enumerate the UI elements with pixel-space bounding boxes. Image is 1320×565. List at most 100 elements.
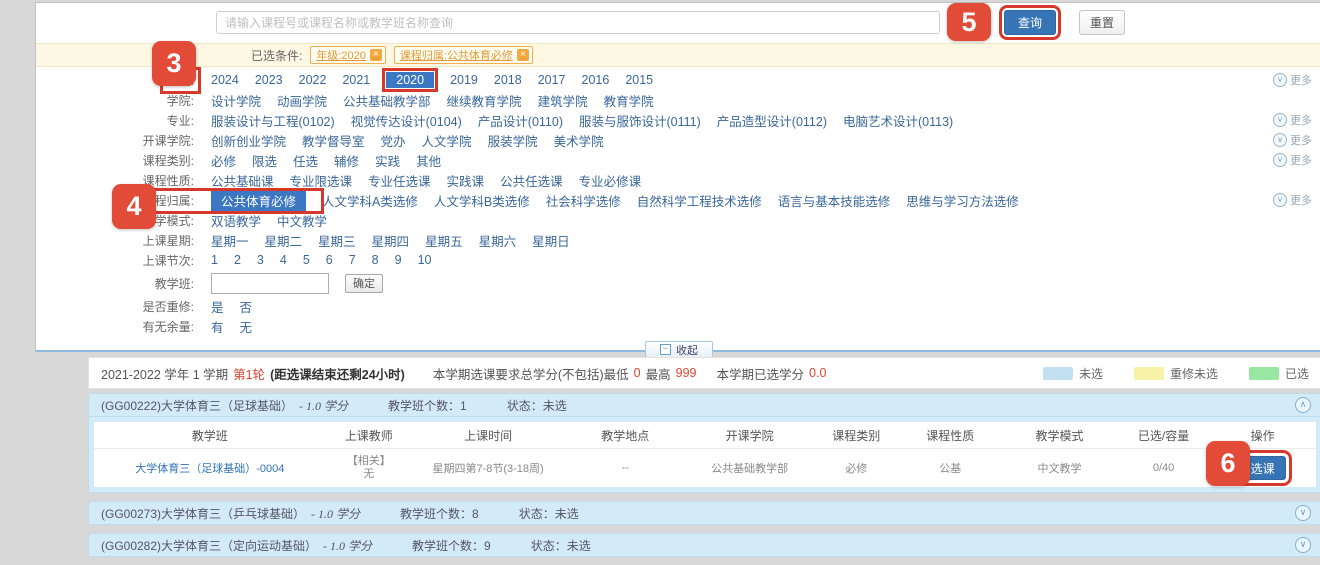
expand-section-icon[interactable]: ∨ — [1295, 537, 1311, 553]
tag-close-icon[interactable]: × — [517, 49, 529, 61]
filter-option[interactable]: 创新创业学院 — [211, 131, 286, 150]
filter-option[interactable]: 公共基础课 — [211, 171, 274, 190]
class-name-link[interactable]: 大学体育三（足球基础）-0004 — [94, 449, 326, 488]
filter-tag-grade[interactable]: 年级:2020 × — [310, 46, 386, 64]
expand-section-icon[interactable]: ∨ — [1295, 505, 1311, 521]
filter-option[interactable]: 是 — [211, 297, 224, 316]
filter-tag-course-attribution[interactable]: 课程归属:公共体育必修 × — [394, 46, 533, 64]
annotation-step-5: 5 — [947, 3, 991, 41]
query-button[interactable]: 查询 — [1004, 10, 1056, 35]
legend-selected: 已选 — [1249, 365, 1309, 382]
filter-option[interactable]: 2024 — [211, 73, 239, 87]
section-header[interactable]: (GG00222)大学体育三（足球基础） - 1.0 学分 教学班个数：1 状态… — [88, 393, 1320, 417]
filter-option[interactable]: 必修 — [211, 151, 236, 170]
filter-option[interactable]: 人文学科A类选修 — [322, 191, 418, 210]
filter-option[interactable]: 语言与基本技能选修 — [778, 191, 891, 210]
course-section-gg00222: (GG00222)大学体育三（足球基础） - 1.0 学分 教学班个数：1 状态… — [88, 393, 1320, 493]
filter-option[interactable]: 2017 — [538, 73, 566, 87]
filter-option[interactable]: 5 — [303, 253, 310, 267]
time-cell: 星期四第7-8节(3-18周) — [412, 449, 564, 488]
filter-option[interactable]: 限选 — [252, 151, 277, 170]
tag-close-icon[interactable]: × — [370, 49, 382, 61]
filter-option[interactable]: 否 — [240, 297, 253, 316]
section-header[interactable]: (GG00273)大学体育三（乒乓球基础） - 1.0 学分 教学班个数：8 状… — [88, 501, 1320, 525]
filter-option[interactable]: 教育学院 — [604, 91, 654, 110]
filter-option[interactable]: 专业必修课 — [579, 171, 642, 190]
filter-option[interactable]: 专业任选课 — [368, 171, 431, 190]
filter-option[interactable]: 无 — [240, 317, 253, 336]
filter-option[interactable]: 1 — [211, 253, 218, 267]
filter-option[interactable]: 星期六 — [479, 231, 517, 250]
filter-option[interactable]: 服装与服饰设计(0111) — [579, 111, 701, 130]
collapse-panel-button[interactable]: − 收起 — [645, 341, 713, 358]
more-link[interactable]: ∨更多 — [1273, 72, 1312, 88]
filter-option[interactable]: 2016 — [582, 73, 610, 87]
filter-option[interactable]: 星期五 — [425, 231, 463, 250]
filter-option[interactable]: 社会科学选修 — [546, 191, 621, 210]
legend-unselected: 未选 — [1043, 365, 1103, 382]
filter-option[interactable]: 星期四 — [372, 231, 410, 250]
filter-option[interactable]: 2020 — [386, 72, 434, 88]
filter-option[interactable]: 产品设计(0110) — [478, 111, 563, 130]
filter-option[interactable]: 服装设计与工程(0102) — [211, 111, 335, 130]
filter-option[interactable]: 2015 — [625, 73, 653, 87]
section-credit: - 1.0 学分 — [323, 537, 372, 554]
filter-option[interactable]: 党办 — [381, 131, 406, 150]
more-link[interactable]: ∨更多 — [1273, 132, 1312, 148]
filter-option[interactable]: 思维与学习方法选修 — [906, 191, 1019, 210]
filter-option[interactable]: 视觉传达设计(0104) — [351, 111, 462, 130]
filter-option[interactable]: 产品造型设计(0112) — [717, 111, 827, 130]
filter-option[interactable]: 2023 — [255, 73, 283, 87]
filter-option[interactable]: 公共任选课 — [500, 171, 563, 190]
filter-option[interactable]: 其他 — [416, 151, 441, 170]
filter-option[interactable]: 电脑艺术设计(0113) — [843, 111, 953, 130]
filter-option[interactable]: 2022 — [299, 73, 327, 87]
filter-option[interactable]: 2018 — [494, 73, 522, 87]
legend-label: 重修未选 — [1170, 365, 1218, 382]
filter-option[interactable]: 7 — [349, 253, 356, 267]
teaching-class-input[interactable] — [211, 273, 329, 294]
filter-option[interactable]: 星期二 — [265, 231, 303, 250]
filter-option[interactable]: 有 — [211, 317, 224, 336]
filter-option[interactable]: 星期日 — [532, 231, 570, 250]
filter-option[interactable]: 服装学院 — [488, 131, 538, 150]
confirm-button[interactable]: 确定 — [345, 274, 383, 293]
filter-option[interactable]: 公共体育必修 — [211, 190, 306, 211]
filter-option[interactable]: 6 — [326, 253, 333, 267]
filter-option[interactable]: 公共基础教学部 — [343, 91, 431, 110]
filter-option[interactable]: 实践 — [375, 151, 400, 170]
filter-option[interactable]: 人文学院 — [422, 131, 472, 150]
more-link[interactable]: ∨更多 — [1273, 152, 1312, 168]
filter-option[interactable]: 3 — [257, 253, 264, 267]
filter-option[interactable]: 实践课 — [447, 171, 485, 190]
filter-option[interactable]: 4 — [280, 253, 287, 267]
filter-option[interactable]: 2021 — [342, 73, 370, 87]
filter-option[interactable]: 动画学院 — [277, 91, 327, 110]
filter-option[interactable]: 2019 — [450, 73, 478, 87]
filter-options: 设计学院动画学院公共基础教学部继续教育学院建筑学院教育学院 — [211, 91, 654, 110]
more-link[interactable]: ∨更多 — [1273, 192, 1312, 208]
reset-button[interactable]: 重置 — [1079, 10, 1125, 35]
search-input[interactable] — [216, 11, 940, 34]
filter-option[interactable]: 星期三 — [318, 231, 356, 250]
filter-option[interactable]: 自然科学工程技术选修 — [637, 191, 762, 210]
filter-option[interactable]: 9 — [395, 253, 402, 267]
filter-option[interactable]: 星期一 — [211, 231, 249, 250]
filter-option[interactable]: 中文教学 — [277, 211, 327, 230]
filter-option[interactable]: 专业限选课 — [290, 171, 353, 190]
filter-option[interactable]: 8 — [372, 253, 379, 267]
more-link[interactable]: ∨更多 — [1273, 112, 1312, 128]
filter-option[interactable]: 继续教育学院 — [447, 91, 522, 110]
filter-option[interactable]: 辅修 — [334, 151, 359, 170]
filter-option[interactable]: 2 — [234, 253, 241, 267]
filter-option[interactable]: 10 — [418, 253, 432, 267]
filter-option[interactable]: 建筑学院 — [538, 91, 588, 110]
filter-option[interactable]: 美术学院 — [554, 131, 604, 150]
filter-option[interactable]: 设计学院 — [211, 91, 261, 110]
filter-option[interactable]: 任选 — [293, 151, 318, 170]
collapse-section-icon[interactable]: ∧ — [1295, 397, 1311, 413]
filter-option[interactable]: 教学督导室 — [302, 131, 365, 150]
filter-option[interactable]: 人文学科B类选修 — [434, 191, 530, 210]
section-header[interactable]: (GG00282)大学体育三（定向运动基础） - 1.0 学分 教学班个数：9 … — [88, 533, 1320, 557]
filter-option[interactable]: 双语教学 — [211, 211, 261, 230]
